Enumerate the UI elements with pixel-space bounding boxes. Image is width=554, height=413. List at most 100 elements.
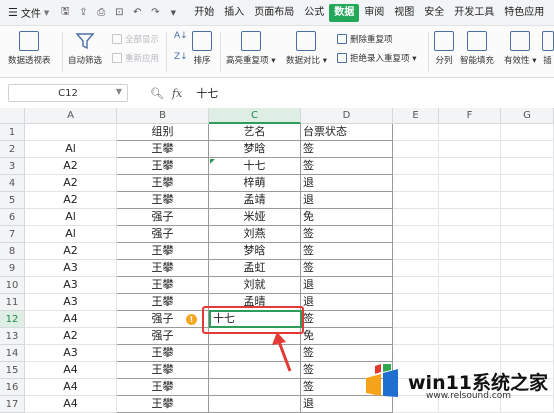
row-header[interactable]: 2 (0, 141, 25, 158)
cell-empty[interactable] (393, 243, 439, 260)
cell-c10[interactable]: 刘就 (209, 277, 301, 294)
row-header[interactable]: 4 (0, 175, 25, 192)
cell-b6[interactable]: 强子 (117, 209, 209, 226)
cell-d6[interactable]: 免 (301, 209, 393, 226)
cell-d3[interactable]: 签 (301, 158, 393, 175)
export-icon[interactable]: ⇪ (77, 7, 89, 19)
row-header[interactable]: 13 (0, 328, 25, 345)
zoom-icon[interactable]: 🔍︎ (150, 87, 164, 100)
select-all-corner[interactable] (0, 108, 25, 124)
cell-empty[interactable] (501, 192, 554, 209)
cell-d12[interactable]: 签 (301, 311, 393, 328)
more-icon[interactable]: ▼ (167, 7, 179, 19)
cell-a13[interactable]: A2 (25, 328, 117, 345)
print-preview-icon[interactable]: ⊡ (113, 7, 125, 19)
cell-empty[interactable] (393, 158, 439, 175)
cell-empty[interactable] (439, 226, 501, 243)
redo-icon[interactable]: ↷ (149, 7, 161, 19)
name-box[interactable]: C12 ▼ (8, 84, 128, 102)
tab-3[interactable]: 公式 (299, 4, 329, 22)
cell-empty[interactable] (393, 294, 439, 311)
cell-empty[interactable] (393, 277, 439, 294)
cell-b11[interactable]: 王攀 (117, 294, 209, 311)
cell-empty[interactable] (501, 311, 554, 328)
cell-c3[interactable]: 十七 (209, 158, 301, 175)
cell-empty[interactable] (439, 158, 501, 175)
tab-9[interactable]: 特色应用 (499, 4, 549, 22)
cell-c8[interactable]: 梦晗 (209, 243, 301, 260)
cell-b9[interactable]: 王攀 (117, 260, 209, 277)
cell-c16[interactable] (209, 379, 301, 396)
cell-a9[interactable]: A3 (25, 260, 117, 277)
cell-c7[interactable]: 刘燕 (209, 226, 301, 243)
highlight-duplicates-button[interactable]: 高亮重复项 ▾ (226, 31, 275, 66)
cell-a14[interactable]: A3 (25, 345, 117, 362)
row-header[interactable]: 17 (0, 396, 25, 413)
cell-empty[interactable] (439, 311, 501, 328)
cell-a3[interactable]: A2 (25, 158, 117, 175)
cell-a16[interactable]: A4 (25, 379, 117, 396)
tab-8[interactable]: 开发工具 (449, 4, 499, 22)
warning-icon[interactable]: ! (186, 314, 197, 325)
split-column-button[interactable]: 分列 (434, 31, 454, 66)
file-menu[interactable]: ☰ 文件 ▼ (0, 5, 53, 20)
cell-empty[interactable] (501, 345, 554, 362)
cell-a15[interactable]: A4 (25, 362, 117, 379)
cell-empty[interactable] (501, 277, 554, 294)
cell-b8[interactable]: 王攀 (117, 243, 209, 260)
cell-empty[interactable] (439, 243, 501, 260)
cell-empty[interactable] (393, 209, 439, 226)
cell-empty[interactable] (439, 294, 501, 311)
save-icon[interactable]: 🖫 (59, 6, 71, 19)
function-icon[interactable]: fx (172, 87, 182, 100)
cell-a11[interactable]: A3 (25, 294, 117, 311)
column-header-b[interactable]: B (117, 108, 209, 124)
cell-b13[interactable]: 强子 (117, 328, 209, 345)
show-all-button[interactable]: 全部显示 (112, 33, 159, 45)
cell-empty[interactable] (393, 192, 439, 209)
cell-b10[interactable]: 王攀 (117, 277, 209, 294)
column-header-d[interactable]: D (301, 108, 393, 124)
cell-d4[interactable]: 退 (301, 175, 393, 192)
cell-empty[interactable] (501, 328, 554, 345)
row-header[interactable]: 15 (0, 362, 25, 379)
cell-empty[interactable] (393, 141, 439, 158)
row-header[interactable]: 11 (0, 294, 25, 311)
reject-duplicates-button[interactable]: 拒绝录入重复项 ▾ (337, 52, 416, 64)
cell-empty[interactable] (439, 124, 501, 141)
cell-b2[interactable]: 王攀 (117, 141, 209, 158)
row-header[interactable]: 7 (0, 226, 25, 243)
cell-empty[interactable] (501, 260, 554, 277)
cell-d8[interactable]: 签 (301, 243, 393, 260)
cell-d10[interactable]: 退 (301, 277, 393, 294)
column-header-g[interactable]: G (501, 108, 554, 124)
row-header[interactable]: 6 (0, 209, 25, 226)
row-header[interactable]: 8 (0, 243, 25, 260)
cell-d2[interactable]: 签 (301, 141, 393, 158)
sort-ascending-icon[interactable]: A↓ (174, 31, 188, 41)
cell-empty[interactable] (439, 209, 501, 226)
cell-c5[interactable]: 孟靖 (209, 192, 301, 209)
cell-empty[interactable] (393, 311, 439, 328)
cell-b17[interactable]: 王攀 (117, 396, 209, 413)
cell-a6[interactable]: Al (25, 209, 117, 226)
cell-empty[interactable] (501, 226, 554, 243)
tab-0[interactable]: 开始 (189, 4, 219, 22)
cell-empty[interactable] (393, 345, 439, 362)
cell-d11[interactable]: 退 (301, 294, 393, 311)
cell-a2[interactable]: Al (25, 141, 117, 158)
cell-empty[interactable] (501, 243, 554, 260)
cell-b14[interactable]: 王攀 (117, 345, 209, 362)
row-header[interactable]: 3 (0, 158, 25, 175)
cell-b7[interactable]: 强子 (117, 226, 209, 243)
cell-d17[interactable]: 退 (301, 396, 393, 413)
row-header[interactable]: 5 (0, 192, 25, 209)
cell-empty[interactable] (393, 124, 439, 141)
smart-fill-button[interactable]: 智能填充 (460, 31, 494, 66)
cell-c17[interactable] (209, 396, 301, 413)
row-header[interactable]: 10 (0, 277, 25, 294)
cell-a1[interactable] (25, 124, 117, 141)
insert-dropdown-button[interactable]: 插 (541, 31, 554, 66)
cell-empty[interactable] (501, 209, 554, 226)
cell-c6[interactable]: 米娅 (209, 209, 301, 226)
